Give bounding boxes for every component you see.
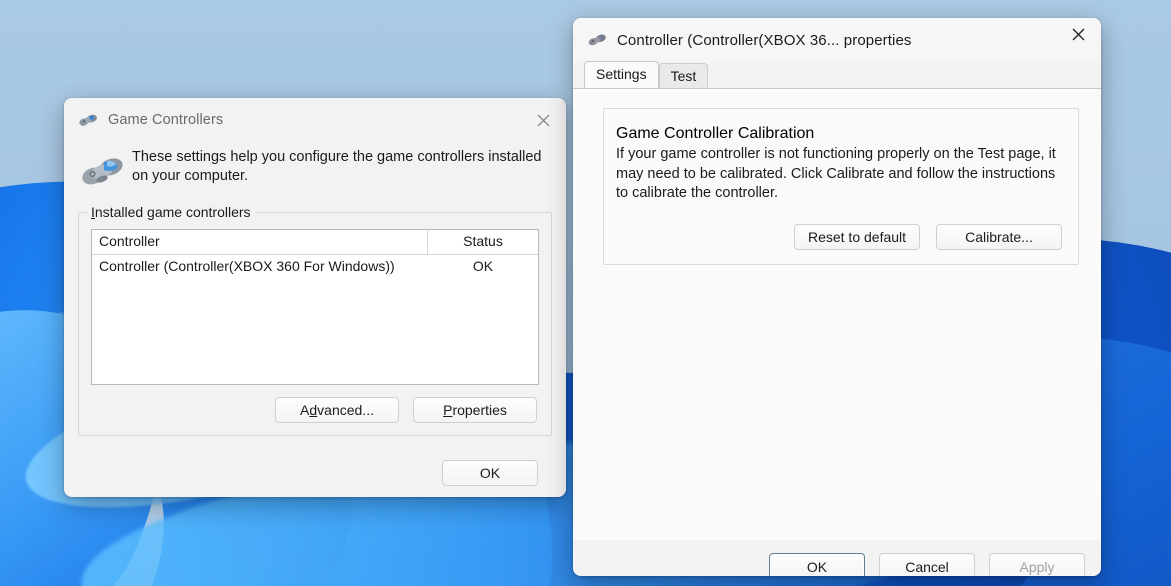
calibrate-button[interactable]: Calibrate... (936, 223, 1062, 250)
advanced-label-before: A (300, 402, 310, 418)
properties-tabstrip: Settings Test (573, 61, 1101, 89)
calibration-group-label: Game Controller Calibration (616, 125, 1064, 143)
game-controllers-intro-text: These settings help you configure the ga… (132, 149, 542, 184)
properties-titlebar: Controller (Controller(XBOX 36... proper… (573, 18, 1101, 62)
advanced-button[interactable]: Advanced... (275, 397, 399, 423)
installed-controllers-groupbox: Installed game controllers Controller St… (78, 204, 552, 436)
cell-controller-status: OK (472, 258, 494, 274)
calibration-buttons: Reset to default Calibrate... (616, 223, 1064, 250)
game-controllers-window: Game Controllers These settings help you… (64, 98, 566, 497)
controller-properties-window: Controller (Controller(XBOX 36... proper… (573, 18, 1101, 576)
game-controllers-close-button[interactable] (520, 98, 566, 142)
tab-test[interactable]: Test (658, 63, 709, 89)
installed-controllers-label: Installed game controllers (87, 204, 255, 220)
settings-tab-page: Game Controller Calibration If your game… (573, 88, 1101, 540)
advanced-label-after: vanced... (317, 402, 374, 418)
properties-apply-button: Apply (989, 553, 1085, 576)
properties-close-button[interactable] (1055, 18, 1101, 50)
properties-button[interactable]: Properties (413, 397, 537, 423)
listview-header: Controller Status (92, 230, 538, 255)
controllers-listview[interactable]: Controller Status Controller (Controller… (91, 229, 539, 385)
properties-footer: OK Cancel Apply (573, 540, 1101, 576)
properties-ok-button[interactable]: OK (769, 553, 865, 576)
table-row[interactable]: Controller (Controller(XBOX 360 For Wind… (92, 255, 538, 277)
game-controllers-ok-button[interactable]: OK (442, 460, 538, 486)
game-controllers-title: Game Controllers (108, 112, 224, 128)
column-header-status[interactable]: Status (428, 230, 538, 254)
properties-cancel-button[interactable]: Cancel (879, 553, 975, 576)
column-header-controller[interactable]: Controller (92, 230, 428, 254)
calibration-groupbox: Game Controller Calibration If your game… (603, 108, 1079, 265)
close-icon (1072, 28, 1084, 40)
tab-settings[interactable]: Settings (584, 61, 659, 88)
game-controllers-footer: OK (64, 460, 566, 486)
reset-to-default-button[interactable]: Reset to default (794, 223, 920, 250)
gamepad-icon (79, 114, 97, 126)
gamepad-icon (588, 34, 606, 46)
cell-controller-name: Controller (Controller(XBOX 360 For Wind… (99, 258, 395, 274)
properties-title: Controller (Controller(XBOX 36... proper… (617, 31, 912, 49)
close-icon (537, 114, 549, 126)
properties-label-after: roperties (452, 402, 507, 418)
advanced-mnemonic: d (309, 402, 318, 418)
gamepad-large-icon (82, 158, 123, 185)
game-controllers-titlebar: Game Controllers (64, 98, 566, 142)
calibration-description: If your game controller is not functioni… (616, 146, 1056, 201)
controllers-action-buttons: Advanced... Properties (91, 397, 539, 423)
game-controllers-intro: These settings help you configure the ga… (64, 142, 566, 190)
groupbox-label-suffix: nstalled game controllers (94, 204, 251, 220)
